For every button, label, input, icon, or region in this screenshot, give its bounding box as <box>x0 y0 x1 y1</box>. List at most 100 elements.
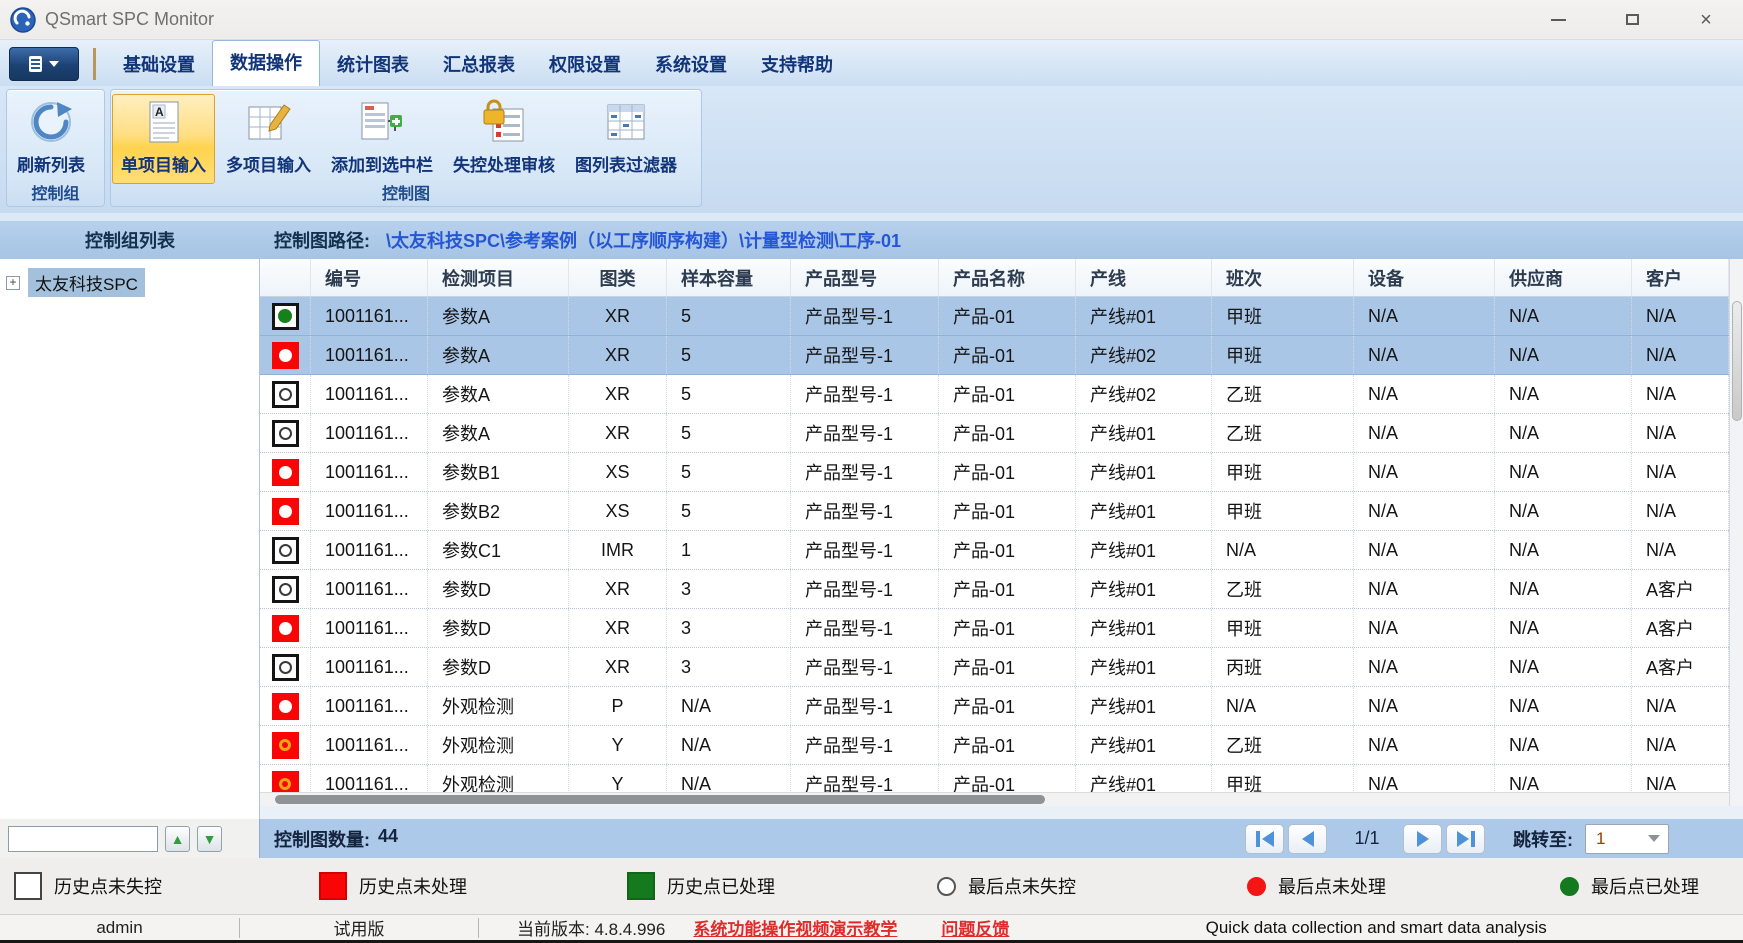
ribbon-button-label: 单项目输入 <box>121 151 206 176</box>
previous-page-button[interactable] <box>1288 824 1327 854</box>
ribbon-button-multi-item-entry[interactable]: 多项目输入 <box>217 94 320 184</box>
horizontal-scrollbar[interactable] <box>260 792 1743 806</box>
ribbon-buttons: 刷新列表 <box>7 90 104 182</box>
search-down-button[interactable]: ▼ <box>197 826 222 852</box>
search-up-button[interactable]: ▲ <box>165 826 190 852</box>
cell-编号: 1001161... <box>311 414 428 452</box>
cell-设备: N/A <box>1354 570 1495 608</box>
table-row-9[interactable]: 1001161...参数DXR3产品型号-1产品-01产线#01甲班N/AN/A… <box>260 609 1743 648</box>
tab-5[interactable]: 权限设置 <box>532 43 638 86</box>
tree-expander-icon[interactable]: + <box>6 276 20 290</box>
status-cell <box>260 414 311 452</box>
table-row-7[interactable]: 1001161...参数C1IMR1产品型号-1产品-01产线#01N/AN/A… <box>260 531 1743 570</box>
tree-item-root[interactable]: + 太友科技SPC <box>6 268 259 297</box>
cell-产品名称: 产品-01 <box>939 570 1076 608</box>
status-cell <box>260 297 311 335</box>
minimize-button[interactable] <box>1543 7 1573 33</box>
cell-客户: A客户 <box>1632 570 1729 608</box>
ribbon-button-chart-list-filter[interactable]: 图列表过滤器 <box>566 94 686 184</box>
legend-item-2: 历史点未处理 <box>319 858 467 914</box>
table-row-1[interactable]: 1001161...参数AXR5产品型号-1产品-01产线#01甲班N/AN/A… <box>260 297 1743 336</box>
first-page-button[interactable] <box>1245 824 1284 854</box>
cell-产线: 产线#02 <box>1076 336 1212 374</box>
cell-客户: N/A <box>1632 531 1729 569</box>
arrow-down-icon: ▼ <box>203 831 217 847</box>
ribbon-button-add-to-selected[interactable]: 添加到选中栏 <box>322 94 442 184</box>
cell-检测项目: 参数D <box>428 570 569 608</box>
table-row-4[interactable]: 1001161...参数AXR5产品型号-1产品-01产线#01乙班N/AN/A… <box>260 414 1743 453</box>
control-group-tree-panel: + 太友科技SPC <box>0 259 260 819</box>
ribbon-button-single-item-entry[interactable]: A单项目输入 <box>112 94 215 184</box>
cell-客户: N/A <box>1632 492 1729 530</box>
cell-设备: N/A <box>1354 297 1495 335</box>
status-cell <box>260 375 311 413</box>
cell-班次: 甲班 <box>1212 336 1354 374</box>
status-cell <box>260 609 311 647</box>
last-page-button[interactable] <box>1446 824 1485 854</box>
chart-count: 控制图数量: 44 <box>274 826 398 852</box>
ribbon-button-ooc-handling-review[interactable]: 失控处理审核 <box>444 94 564 184</box>
cell-客户: N/A <box>1632 414 1729 452</box>
cell-检测项目: 外观检测 <box>428 765 569 792</box>
close-button[interactable]: × <box>1691 7 1721 33</box>
cell-设备: N/A <box>1354 375 1495 413</box>
cell-班次: 甲班 <box>1212 453 1354 491</box>
cell-图类: Y <box>569 765 667 792</box>
cell-班次: 甲班 <box>1212 492 1354 530</box>
cell-检测项目: 参数A <box>428 336 569 374</box>
tree-root-label[interactable]: 太友科技SPC <box>28 268 145 297</box>
cell-产线: 产线#02 <box>1076 375 1212 413</box>
tab-1[interactable]: 基础设置 <box>106 43 212 86</box>
table-row-12[interactable]: 1001161...外观检测YN/A产品型号-1产品-01产线#01乙班N/AN… <box>260 726 1743 765</box>
chart-list-filter-icon <box>603 99 649 145</box>
application-menu-button[interactable] <box>9 47 79 81</box>
chevron-down-icon <box>49 61 59 67</box>
table-row-2[interactable]: 1001161...参数AXR5产品型号-1产品-01产线#02甲班N/AN/A… <box>260 336 1743 375</box>
vertical-scrollbar[interactable] <box>1729 259 1743 806</box>
cell-样本容量: 5 <box>667 453 791 491</box>
cell-产品型号: 产品型号-1 <box>791 687 939 725</box>
horizontal-scrollbar-thumb[interactable] <box>275 795 1045 804</box>
chart-count-label: 控制图数量: <box>274 826 370 852</box>
cell-供应商: N/A <box>1495 726 1632 764</box>
status-icon-white-square-white-ring <box>272 381 299 408</box>
cell-产品型号: 产品型号-1 <box>791 414 939 452</box>
table-row-13[interactable]: 1001161...外观检测YN/A产品型号-1产品-01产线#01甲班N/AN… <box>260 765 1743 792</box>
jump-to-page-select[interactable]: 1 <box>1585 824 1669 854</box>
cell-班次: 乙班 <box>1212 375 1354 413</box>
cell-产品名称: 产品-01 <box>939 609 1076 647</box>
window-controls: × <box>1543 7 1721 33</box>
cell-产品名称: 产品-01 <box>939 336 1076 374</box>
column-header-10: 供应商 <box>1495 259 1632 296</box>
ribbon-button-refresh[interactable]: 刷新列表 <box>8 94 94 184</box>
cell-图类: XS <box>569 453 667 491</box>
feedback-link[interactable]: 问题反馈 <box>941 915 1009 940</box>
cell-设备: N/A <box>1354 531 1495 569</box>
tab-4[interactable]: 汇总报表 <box>426 43 532 86</box>
last-page-icon <box>1457 831 1475 847</box>
tab-6[interactable]: 系统设置 <box>638 43 744 86</box>
maximize-button[interactable] <box>1617 7 1647 33</box>
cell-产线: 产线#01 <box>1076 531 1212 569</box>
tab-2[interactable]: 数据操作 <box>212 40 320 86</box>
table-row-3[interactable]: 1001161...参数AXR5产品型号-1产品-01产线#02乙班N/AN/A… <box>260 375 1743 414</box>
tab-3[interactable]: 统计图表 <box>320 43 426 86</box>
ribbon-group-control-chart: A单项目输入多项目输入添加到选中栏失控处理审核图列表过滤器 控制图 <box>110 89 702 207</box>
status-icon-white-square-white-ring <box>272 576 299 603</box>
table-row-5[interactable]: 1001161...参数B1XS5产品型号-1产品-01产线#01甲班N/AN/… <box>260 453 1743 492</box>
next-page-icon <box>1417 831 1429 847</box>
video-tutorial-link[interactable]: 系统功能操作视频演示教学 <box>693 915 897 940</box>
table-row-11[interactable]: 1001161...外观检测PN/A产品型号-1产品-01产线#01N/AN/A… <box>260 687 1743 726</box>
cell-设备: N/A <box>1354 765 1495 792</box>
next-page-button[interactable] <box>1403 824 1442 854</box>
table-row-8[interactable]: 1001161...参数DXR3产品型号-1产品-01产线#01乙班N/AN/A… <box>260 570 1743 609</box>
table-row-6[interactable]: 1001161...参数B2XS5产品型号-1产品-01产线#01甲班N/AN/… <box>260 492 1743 531</box>
tab-7[interactable]: 支持帮助 <box>744 43 850 86</box>
tree-search-input[interactable] <box>8 826 158 852</box>
vertical-scrollbar-thumb[interactable] <box>1732 301 1742 421</box>
table-row-10[interactable]: 1001161...参数DXR3产品型号-1产品-01产线#01丙班N/AN/A… <box>260 648 1743 687</box>
version-label: 当前版本: 4.8.4.996 <box>517 915 665 940</box>
column-header-6: 产品名称 <box>939 259 1076 296</box>
cell-设备: N/A <box>1354 492 1495 530</box>
legend-label: 历史点未处理 <box>359 873 467 899</box>
